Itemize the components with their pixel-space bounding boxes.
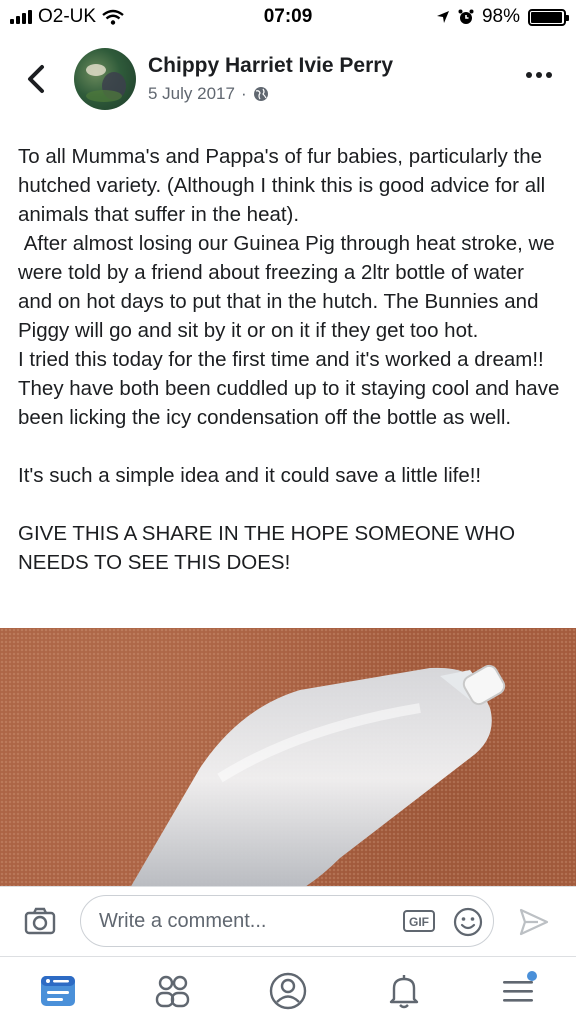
notifications-icon[interactable]	[384, 971, 424, 1011]
gif-button[interactable]: GIF	[403, 910, 435, 932]
alarm-icon	[458, 9, 474, 24]
post-date[interactable]: 5 July 2017	[148, 84, 235, 104]
post-paragraph-3: GIVE THIS A SHARE IN THE HOPE SOMEONE WH…	[18, 522, 521, 574]
comment-bar: Write a comment... GIF	[0, 886, 576, 957]
status-right: 98%	[436, 6, 569, 28]
status-bar: O2-UK 07:09 98%	[0, 0, 576, 36]
post-body: To all Mumma's and Pappa's of fur babies…	[18, 142, 560, 577]
post-meta: 5 July 2017 ·	[148, 84, 269, 104]
menu-notification-dot	[527, 971, 537, 981]
dot-icon	[536, 72, 542, 78]
camera-icon[interactable]	[24, 907, 56, 935]
bottom-nav	[0, 956, 576, 1025]
comment-placeholder: Write a comment...	[99, 910, 267, 932]
comment-input[interactable]: Write a comment... GIF	[80, 895, 494, 947]
battery-percent: 98%	[481, 6, 520, 27]
post-paragraph-2: It's such a simple idea and it could sav…	[18, 464, 482, 487]
dot-icon	[526, 72, 532, 78]
globe-icon	[253, 87, 268, 101]
post-header: Chippy Harriet Ivie Perry 5 July 2017 ·	[0, 40, 576, 120]
bottle-illustration	[131, 664, 506, 886]
battery-icon	[528, 8, 569, 26]
location-arrow-icon	[436, 11, 449, 23]
post-paragraph-1: To all Mumma's and Pappa's of fur babies…	[18, 145, 560, 429]
avatar[interactable]	[74, 48, 136, 110]
emoji-icon[interactable]	[453, 907, 483, 937]
news-feed-icon[interactable]	[38, 971, 78, 1011]
back-chevron-icon[interactable]	[22, 62, 52, 96]
profile-icon[interactable]	[268, 971, 308, 1011]
more-options-button[interactable]	[526, 72, 552, 78]
groups-icon[interactable]	[152, 971, 192, 1011]
meta-separator: ·	[240, 84, 247, 103]
send-icon[interactable]	[518, 907, 550, 937]
post-photo[interactable]	[0, 628, 576, 886]
menu-icon[interactable]	[498, 971, 538, 1011]
battery-fill	[531, 11, 562, 23]
dot-icon	[546, 72, 552, 78]
author-name[interactable]: Chippy Harriet Ivie Perry	[148, 54, 393, 78]
